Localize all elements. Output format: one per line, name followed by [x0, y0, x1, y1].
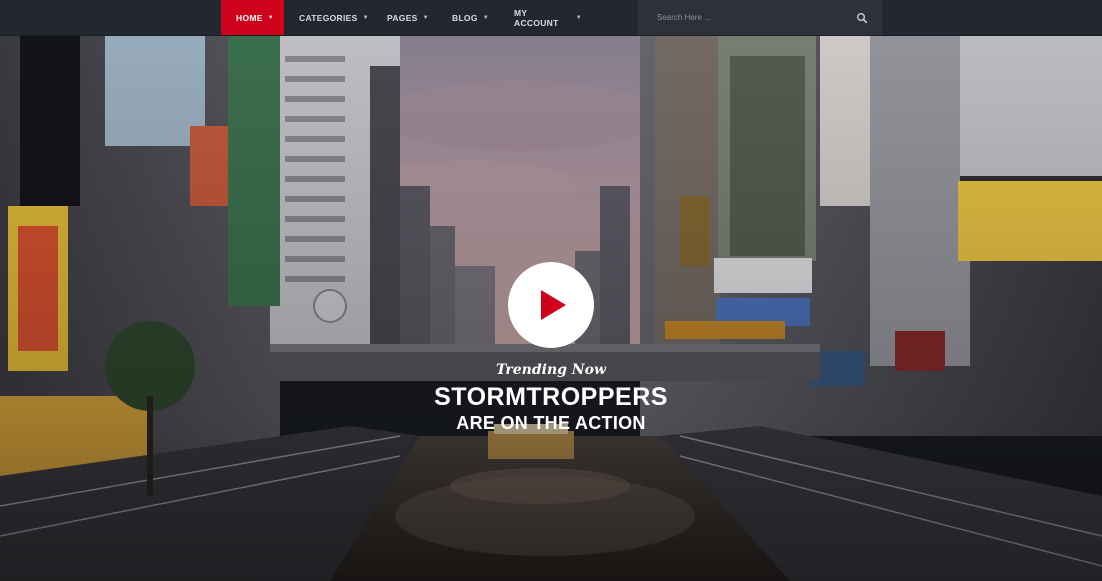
main-menu: HOME ▼ CATEGORIES ▼ PAGES ▼ BLOG ▼ MY AC… — [221, 0, 597, 35]
search-input[interactable] — [638, 0, 838, 35]
nav-item-home[interactable]: HOME ▼ — [221, 0, 284, 35]
nav-item-label: MY ACCOUNT — [514, 7, 559, 28]
play-video-button[interactable] — [508, 262, 594, 348]
chevron-down-icon: ▼ — [482, 14, 490, 21]
nav-item-pages[interactable]: PAGES ▼ — [372, 0, 437, 35]
search-icon[interactable] — [856, 11, 868, 24]
chevron-down-icon: ▼ — [422, 14, 429, 21]
nav-item-blog[interactable]: BLOG ▼ — [437, 0, 499, 35]
hero-headline: STORMTROPPERS — [434, 383, 668, 411]
chevron-down-icon: ▼ — [267, 14, 274, 21]
nav-item-label: CATEGORIES — [299, 12, 358, 23]
nav-item-categories[interactable]: CATEGORIES ▼ — [284, 0, 372, 35]
search-box — [638, 0, 882, 35]
nav-item-label: PAGES — [387, 12, 418, 23]
top-navbar: HOME ▼ CATEGORIES ▼ PAGES ▼ BLOG ▼ MY AC… — [0, 0, 1102, 36]
nav-item-label: HOME — [236, 12, 263, 23]
play-icon — [541, 290, 566, 320]
hero-banner: Trending Now STORMTROPPERS ARE ON THE AC… — [0, 36, 1102, 581]
hero-subheadline: ARE ON THE ACTION — [456, 413, 646, 433]
nav-item-label: BLOG — [452, 12, 478, 23]
chevron-down-icon: ▼ — [362, 14, 369, 21]
nav-item-my-account[interactable]: MY ACCOUNT ▼ — [499, 0, 597, 35]
chevron-down-icon: ▼ — [575, 14, 582, 21]
trending-label: Trending Now — [496, 362, 606, 378]
